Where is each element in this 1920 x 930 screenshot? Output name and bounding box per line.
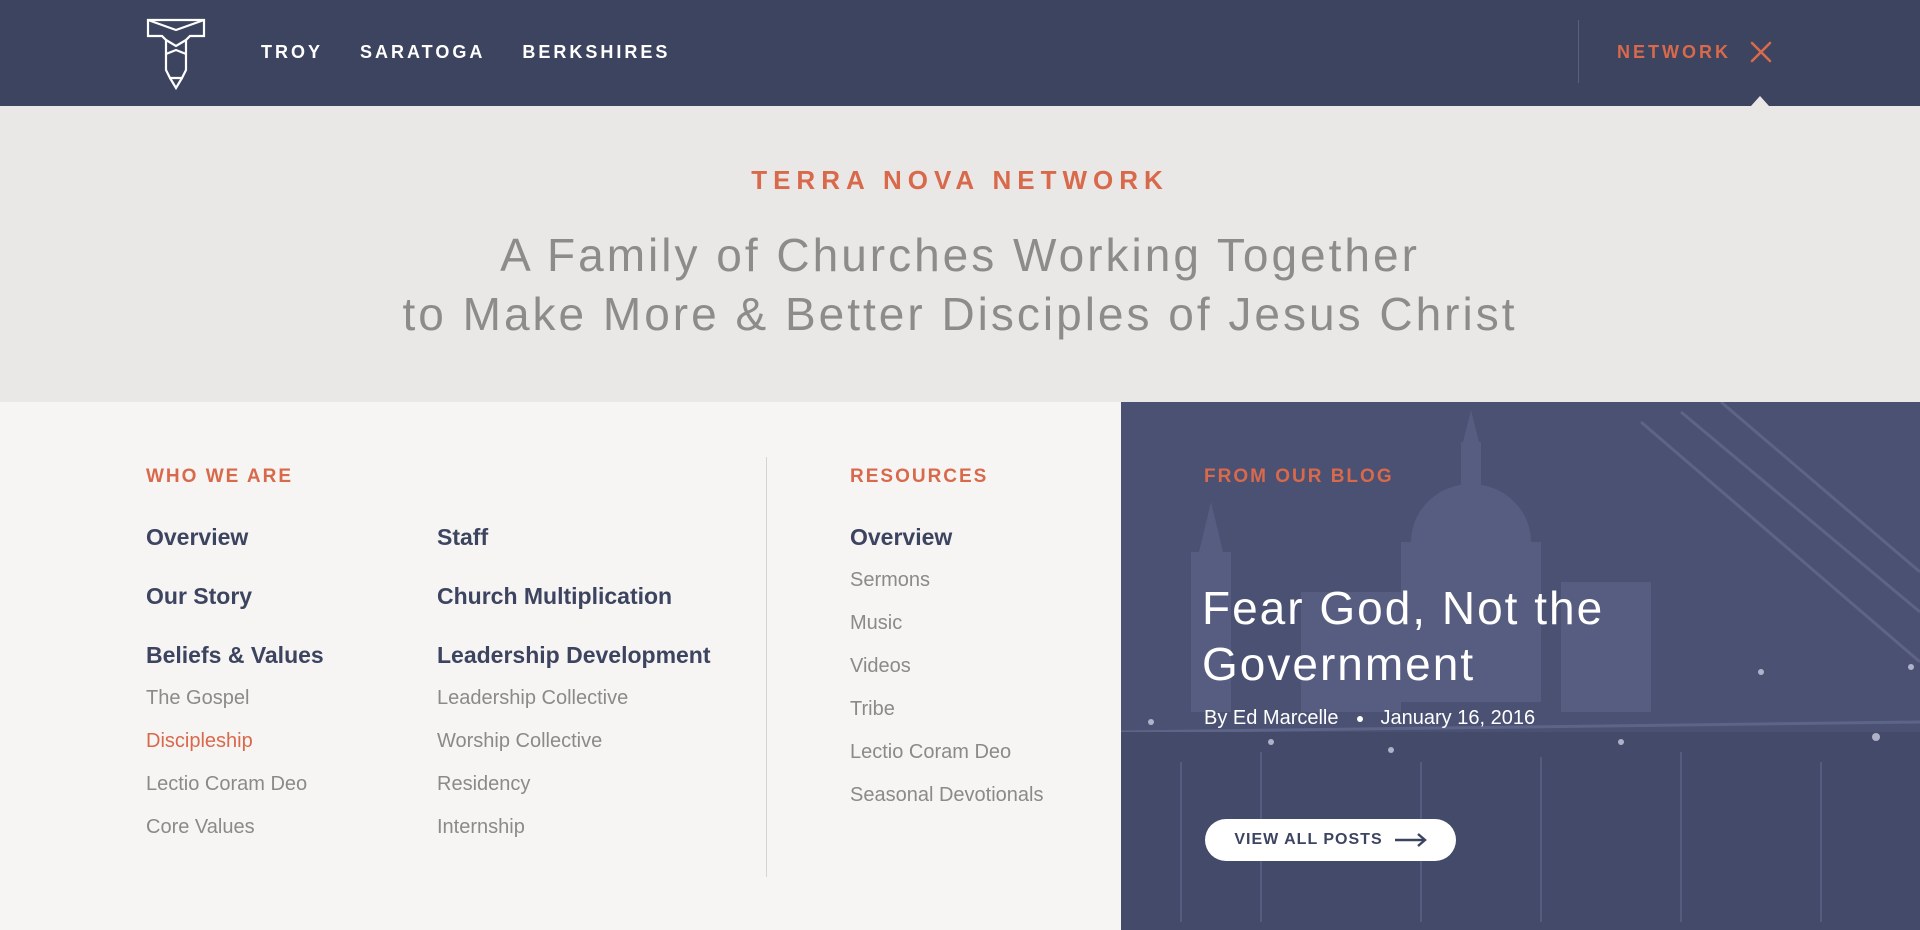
arrow-right-icon xyxy=(1394,833,1427,847)
resources-link-tribe[interactable]: Tribe xyxy=(850,694,1043,724)
nav-link-berkshires[interactable]: BERKSHIRES xyxy=(522,40,670,64)
blog-post-title-line-2: Government xyxy=(1202,638,1476,690)
blog-post-meta: By Ed Marcelle January 16, 2016 xyxy=(1204,707,1535,730)
menu-link-staff[interactable]: Staff xyxy=(437,522,711,552)
menu-link-leadership-collective[interactable]: Leadership Collective xyxy=(437,683,711,713)
nav-link-saratoga[interactable]: SARATOGA xyxy=(360,40,485,64)
resources-link-music[interactable]: Music xyxy=(850,608,1043,638)
who-we-are-column-1: Overview Our Story Beliefs & Values The … xyxy=(146,522,324,842)
hero-eyebrow: TERRA NOVA NETWORK xyxy=(751,165,1169,195)
location-nav: TROY SARATOGA BERKSHIRES xyxy=(261,40,707,64)
meta-separator-dot xyxy=(1356,715,1363,722)
blog-feature: FROM OUR BLOG Fear God, Not the Governme… xyxy=(1121,402,1920,930)
hero-title-line-1: A Family of Churches Working Together xyxy=(500,229,1420,281)
column-divider xyxy=(766,457,767,877)
network-toggle-button[interactable]: NETWORK xyxy=(1617,40,1731,64)
network-menu: WHO WE ARE Overview Our Story Beliefs & … xyxy=(0,402,1121,930)
who-we-are-column-2: Staff Church Multiplication Leadership D… xyxy=(437,522,711,842)
menu-link-the-gospel[interactable]: The Gospel xyxy=(146,683,324,713)
resources-heading: RESOURCES xyxy=(850,466,989,487)
blog-post-title-line-1: Fear God, Not the xyxy=(1202,582,1605,634)
resources-column: Overview Sermons Music Videos Tribe Lect… xyxy=(850,522,1043,810)
resources-link-seasonal-devotionals[interactable]: Seasonal Devotionals xyxy=(850,780,1043,810)
view-all-posts-button[interactable]: VIEW ALL POSTS xyxy=(1205,819,1456,861)
nav-link-troy[interactable]: TROY xyxy=(261,40,323,64)
menu-link-worship-collective[interactable]: Worship Collective xyxy=(437,726,711,756)
menu-link-core-values[interactable]: Core Values xyxy=(146,812,324,842)
resources-link-sermons[interactable]: Sermons xyxy=(850,565,1043,595)
hero-title-line-2: to Make More & Better Disciples of Jesus… xyxy=(402,288,1518,340)
menu-link-lectio-coram-deo[interactable]: Lectio Coram Deo xyxy=(146,769,324,799)
resources-link-overview[interactable]: Overview xyxy=(850,522,1043,552)
view-all-posts-label: VIEW ALL POSTS xyxy=(1234,831,1383,848)
menu-link-residency[interactable]: Residency xyxy=(437,769,711,799)
menu-link-church-multiplication[interactable]: Church Multiplication xyxy=(437,581,711,611)
resources-link-lectio-coram-deo[interactable]: Lectio Coram Deo xyxy=(850,737,1043,767)
blog-heading: FROM OUR BLOG xyxy=(1204,466,1394,487)
blog-post-author: By Ed Marcelle xyxy=(1204,707,1339,729)
menu-link-overview[interactable]: Overview xyxy=(146,522,324,552)
who-we-are-heading: WHO WE ARE xyxy=(146,466,294,487)
menu-link-discipleship[interactable]: Discipleship xyxy=(146,726,324,756)
menu-link-our-story[interactable]: Our Story xyxy=(146,581,324,611)
menu-link-internship[interactable]: Internship xyxy=(437,812,711,842)
menu-link-leadership-development[interactable]: Leadership Development xyxy=(437,640,711,670)
menu-link-beliefs-values[interactable]: Beliefs & Values xyxy=(146,640,324,670)
terra-nova-logo-icon[interactable] xyxy=(146,18,206,90)
top-navigation: TROY SARATOGA BERKSHIRES NETWORK xyxy=(0,0,1920,106)
blog-post-date: January 16, 2016 xyxy=(1380,707,1536,729)
blog-post-title[interactable]: Fear God, Not the Government xyxy=(1202,580,1762,692)
hero-title: A Family of Churches Working Together to… xyxy=(0,226,1920,344)
nav-divider xyxy=(1578,20,1579,83)
network-hero: TERRA NOVA NETWORK A Family of Churches … xyxy=(0,106,1920,402)
resources-link-videos[interactable]: Videos xyxy=(850,651,1043,681)
dropdown-pointer xyxy=(1751,96,1769,106)
close-icon[interactable] xyxy=(1748,39,1774,65)
